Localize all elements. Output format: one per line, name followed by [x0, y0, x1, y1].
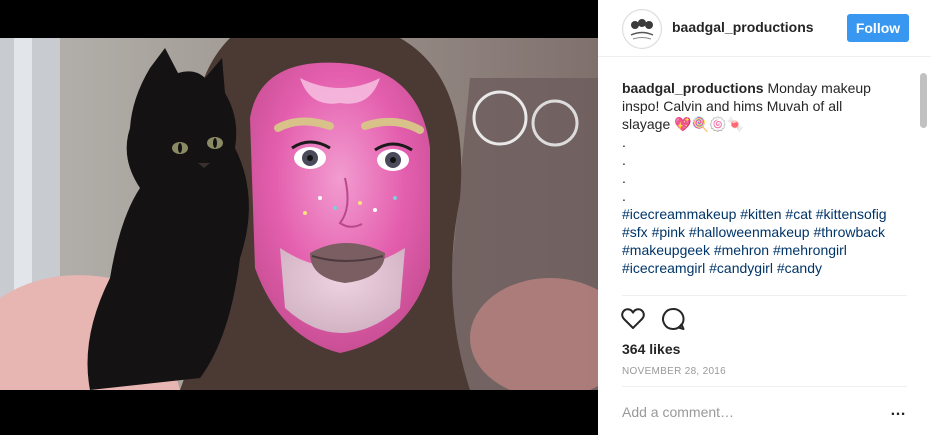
comment-input[interactable]: [622, 401, 872, 423]
caption-scrollbar[interactable]: [920, 73, 927, 128]
divider: [622, 295, 907, 296]
caption-username[interactable]: baadgal_productions: [622, 80, 764, 96]
likes-count[interactable]: 364 likes: [622, 341, 680, 357]
divider: [622, 386, 907, 387]
post-photo[interactable]: [0, 38, 598, 390]
post-media[interactable]: [0, 0, 598, 435]
avatar[interactable]: [622, 9, 662, 49]
caption-hashtags[interactable]: #icecreammakeup #kitten #cat #kittensofi…: [622, 205, 892, 277]
caption-dot: .: [622, 134, 626, 150]
username-link[interactable]: baadgal_productions: [672, 19, 814, 35]
comment-icon[interactable]: [660, 306, 686, 332]
follow-button[interactable]: Follow: [847, 14, 909, 42]
caption-scroll-area[interactable]: baadgal_productions Monday makeup inspo!…: [598, 69, 931, 295]
post-header: baadgal_productions Follow: [598, 0, 931, 57]
post-date: NOVEMBER 28, 2016: [622, 366, 727, 377]
heart-icon[interactable]: [620, 306, 646, 332]
more-options-icon[interactable]: …: [890, 403, 906, 419]
caption: baadgal_productions Monday makeup inspo!…: [622, 79, 892, 277]
caption-dot: .: [622, 152, 626, 168]
caption-dot: .: [622, 188, 626, 204]
post-details-panel: baadgal_productions Follow baadgal_produ…: [598, 0, 931, 435]
caption-dot: .: [622, 170, 626, 186]
